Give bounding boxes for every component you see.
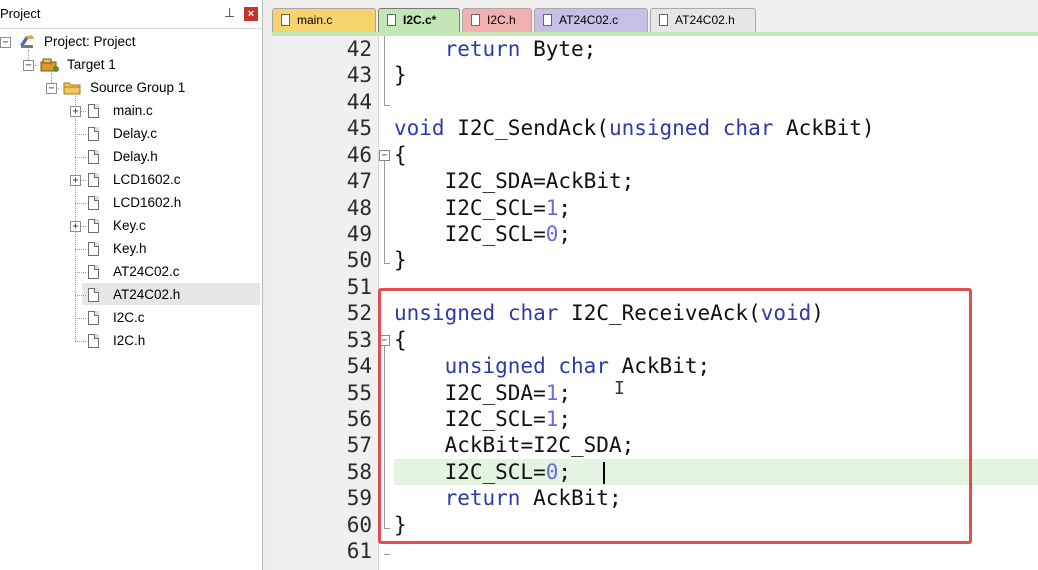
file-icon [88, 104, 99, 118]
line-number: 59 [346, 486, 372, 510]
tab-label: main.c [297, 13, 333, 27]
line-number: 48 [346, 196, 372, 220]
line-number: 50 [346, 248, 372, 272]
code-line: I2C_SDA=AckBit; [444, 169, 635, 193]
file-icon [281, 14, 290, 26]
tab-label: AT24C02.h [675, 13, 735, 27]
file-icon [88, 242, 99, 256]
annotation-highlight-box [378, 288, 972, 544]
tree-file-at24c02-c[interactable]: AT24C02.c [113, 263, 180, 281]
code-line: I2C_SCL=0; [444, 222, 572, 246]
tab-at24c02-c[interactable]: AT24C02.c [534, 8, 648, 32]
project-panel-header: Project ⊥ × [0, 0, 263, 29]
expand-key-toggle[interactable]: + [70, 221, 81, 232]
line-number: 51 [346, 275, 372, 299]
tree-file-i2c-h[interactable]: I2C.h [113, 332, 145, 350]
fold-guide [384, 36, 385, 105]
line-number: 56 [346, 407, 372, 431]
file-icon [88, 150, 99, 164]
line-number: 52 [346, 301, 372, 325]
tree-file-main-c[interactable]: main.c [113, 102, 153, 120]
line-number: 61 [346, 539, 372, 563]
line-number: 54 [346, 354, 372, 378]
expand-lcd1602-toggle[interactable]: + [70, 175, 81, 186]
line-number: 49 [346, 222, 372, 246]
line-number: 45 [346, 116, 372, 140]
tree-file-delay-c[interactable]: Delay.c [113, 125, 157, 143]
folder-icon [63, 80, 81, 95]
line-number: 60 [346, 513, 372, 537]
tree-file-lcd1602-h[interactable]: LCD1602.h [113, 194, 181, 212]
file-icon [88, 311, 99, 325]
tree-item-source-group[interactable]: Source Group 1 [90, 79, 185, 97]
tab-label: I2C.h [487, 13, 516, 27]
file-icon [88, 219, 99, 233]
line-number: 47 [346, 169, 372, 193]
fold-guide [384, 161, 385, 263]
tab-label: AT24C02.c [559, 13, 619, 27]
line-number: 53 [346, 328, 372, 352]
file-icon [659, 14, 668, 26]
collapse-group-toggle[interactable]: − [46, 83, 57, 94]
mouse-ibeam-cursor-icon: I [614, 378, 625, 399]
file-icon [471, 14, 480, 26]
fold-end-marker [384, 554, 390, 555]
line-number: 44 [346, 90, 372, 114]
file-icon [88, 334, 99, 348]
code-line: } [394, 63, 407, 87]
file-icon [88, 265, 99, 279]
fold-toggle[interactable]: − [379, 150, 390, 161]
editor-tab-bar: main.c I2C.c* I2C.h AT24C02.c AT24C02.h [272, 0, 1038, 36]
project-icon [18, 33, 36, 49]
expand-main-toggle[interactable]: + [70, 106, 81, 117]
tree-item-target[interactable]: Target 1 [67, 56, 116, 74]
file-icon [387, 14, 396, 26]
line-number: 58 [346, 460, 372, 484]
file-icon [88, 127, 99, 141]
tree-file-at24c02-h[interactable]: AT24C02.h [113, 286, 180, 304]
tab-i2c-h[interactable]: I2C.h [462, 8, 532, 32]
collapse-target-toggle[interactable]: − [23, 60, 34, 71]
tree-file-delay-h[interactable]: Delay.h [113, 148, 158, 166]
tab-i2c-c[interactable]: I2C.c* [378, 8, 460, 32]
file-icon [88, 288, 99, 302]
code-line: { [394, 143, 407, 167]
code-line: return Byte; [444, 37, 597, 61]
tree-item-project[interactable]: Project: Project [44, 33, 136, 51]
close-icon[interactable]: × [244, 7, 258, 21]
panel-title: Project [0, 6, 41, 21]
file-icon [88, 196, 99, 210]
line-number: 57 [346, 433, 372, 457]
tree-file-i2c-c[interactable]: I2C.c [113, 309, 145, 327]
pin-icon[interactable]: ⊥ [224, 5, 236, 21]
tab-main-c[interactable]: main.c [272, 8, 376, 32]
fold-end-marker [384, 263, 390, 264]
line-number: 55 [346, 381, 372, 405]
target-icon [40, 57, 60, 73]
code-line: I2C_SCL=1; [444, 196, 572, 220]
tab-at24c02-h[interactable]: AT24C02.h [650, 8, 756, 32]
fold-end-marker [384, 105, 390, 106]
collapse-project-toggle[interactable]: − [0, 37, 11, 48]
code-line: } [394, 248, 407, 272]
line-number: 42 [346, 37, 372, 61]
text-caret [603, 462, 605, 484]
tab-label: I2C.c* [403, 13, 437, 27]
tree-file-key-h[interactable]: Key.h [113, 240, 147, 258]
line-number: 43 [346, 63, 372, 87]
tree-file-key-c[interactable]: Key.c [113, 217, 146, 235]
file-icon [543, 14, 552, 26]
tree-file-lcd1602-c[interactable]: LCD1602.c [113, 171, 181, 189]
file-icon [88, 173, 99, 187]
panel-splitter[interactable] [263, 0, 272, 570]
code-line: void I2C_SendAck(unsigned char AckBit) [394, 116, 875, 140]
line-number: 46 [346, 143, 372, 167]
